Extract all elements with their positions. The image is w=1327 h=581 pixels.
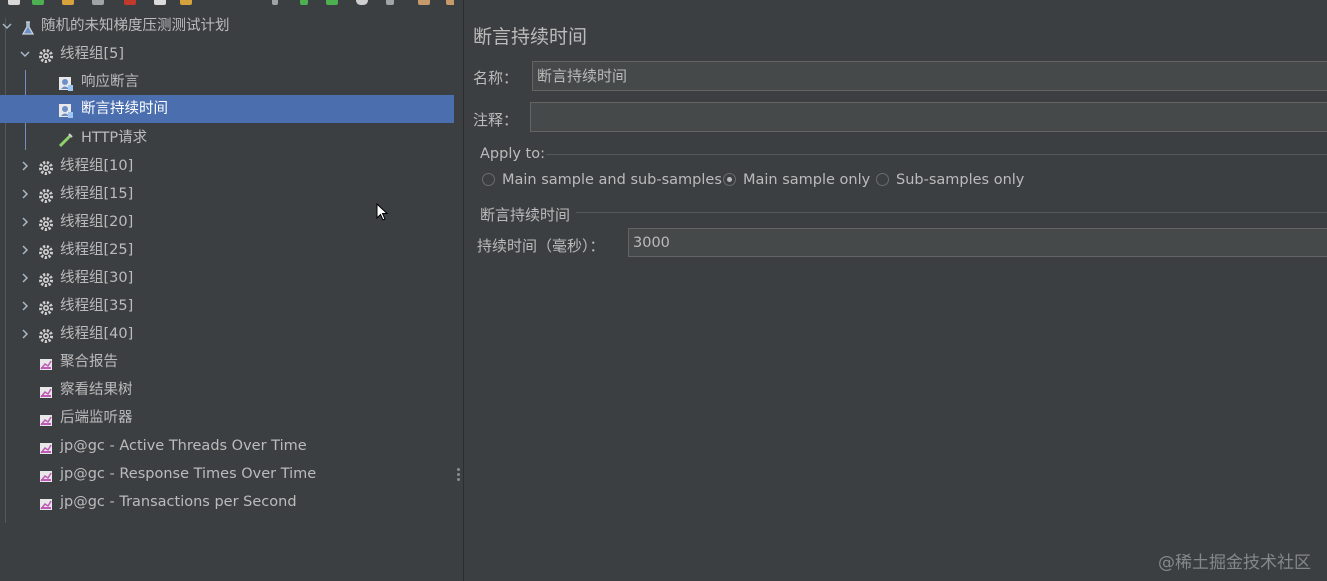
- chevron-down-icon[interactable]: [20, 49, 30, 59]
- tree-item-label: jp@gc - Active Threads Over Time: [60, 438, 307, 454]
- tree-item-label: 断言持续时间: [81, 101, 168, 117]
- tree-item-label: 线程组[15]: [60, 186, 134, 202]
- chart-icon: [38, 382, 54, 398]
- clear-icon[interactable]: [418, 0, 430, 5]
- radio-sub-only-label[interactable]: Sub-samples only: [896, 172, 1024, 188]
- new-icon[interactable]: [8, 0, 20, 5]
- copy-icon[interactable]: [154, 0, 166, 5]
- chart-icon: [38, 438, 54, 454]
- mouse-cursor-icon: [376, 203, 389, 221]
- start-no-pause-icon[interactable]: [326, 0, 338, 5]
- splitter-grip[interactable]: [457, 473, 460, 476]
- test-plan-tree: 随机的未知梯度压测测试计划 线程组[5] 响应断言 断言持续时间 HTTP请求: [0, 8, 454, 581]
- tree-item-label: 线程组[30]: [60, 270, 134, 286]
- tree-item-label: HTTP请求: [81, 130, 148, 146]
- templates-icon[interactable]: [32, 0, 44, 5]
- tree-item-backend-listener[interactable]: 后端监听器: [0, 404, 454, 432]
- tree-item-transactions-per-second[interactable]: jp@gc - Transactions per Second: [0, 488, 454, 516]
- gear-icon: [38, 214, 54, 231]
- chevron-right-icon[interactable]: [20, 273, 30, 283]
- chevron-right-icon[interactable]: [20, 217, 30, 227]
- chart-icon: [38, 494, 54, 510]
- tree-item-view-results-tree[interactable]: 察看结果树: [0, 376, 454, 404]
- panel-splitter[interactable]: [454, 0, 464, 581]
- tree-item-thread-group-10[interactable]: 线程组[10]: [0, 152, 454, 180]
- paste-icon[interactable]: [180, 0, 192, 5]
- chart-icon: [38, 466, 54, 482]
- chart-icon: [38, 354, 54, 370]
- tree-item-thread-group-35[interactable]: 线程组[35]: [0, 292, 454, 320]
- tree-item-thread-group-40[interactable]: 线程组[40]: [0, 320, 454, 348]
- tree-item-label: 线程组[5]: [60, 46, 125, 62]
- radio-main-and-sub-label[interactable]: Main sample and sub-samples: [502, 172, 722, 188]
- duration-assertion-panel: 断言持续时间 名称： 断言持续时间 注释： Apply to: Main sam…: [464, 0, 1327, 581]
- tree-item-duration-assertion-selected[interactable]: 断言持续时间: [0, 95, 454, 123]
- tree-root-test-plan[interactable]: 随机的未知梯度压测测试计划: [0, 12, 454, 40]
- assertion-icon: [58, 74, 74, 91]
- apply-to-divider: [546, 154, 1327, 155]
- gear-icon: [38, 186, 54, 203]
- stop-icon[interactable]: [356, 0, 368, 5]
- tree-item-http-request[interactable]: HTTP请求: [0, 124, 454, 152]
- radio-main-and-sub[interactable]: [482, 173, 495, 186]
- test-plan-icon: [20, 18, 36, 35]
- comment-field[interactable]: [530, 102, 1327, 132]
- save-icon[interactable]: [92, 0, 104, 5]
- tree-item-label: jp@gc - Transactions per Second: [60, 494, 297, 510]
- assertion-icon: [58, 101, 74, 118]
- radio-sub-only[interactable]: [876, 173, 889, 186]
- gear-icon: [38, 158, 54, 175]
- watermark: @稀土掘金技术社区: [1158, 553, 1311, 573]
- panel-title: 断言持续时间: [473, 26, 588, 48]
- tree-item-response-assertion[interactable]: 响应断言: [0, 68, 454, 96]
- tree-item-label: 响应断言: [81, 74, 139, 90]
- tree-item-label: 线程组[25]: [60, 242, 134, 258]
- tree-root-label: 随机的未知梯度压测测试计划: [41, 18, 230, 34]
- gear-icon: [38, 242, 54, 259]
- chart-icon: [38, 410, 54, 426]
- gear-icon: [38, 326, 54, 343]
- splitter-grip[interactable]: [457, 468, 460, 471]
- chevron-right-icon[interactable]: [20, 301, 30, 311]
- tree-item-label: 线程组[35]: [60, 298, 134, 314]
- tree-item-thread-group-5[interactable]: 线程组[5]: [0, 40, 454, 68]
- tree-item-label: 后端监听器: [60, 410, 133, 426]
- tree-item-aggregate-report[interactable]: 聚合报告: [0, 348, 454, 376]
- section-divider: [576, 212, 1327, 213]
- radio-main-only[interactable]: [723, 173, 736, 186]
- name-field[interactable]: 断言持续时间: [532, 61, 1327, 91]
- cut-icon[interactable]: [124, 0, 136, 5]
- tree-item-label: 线程组[10]: [60, 158, 134, 174]
- apply-to-label: Apply to:: [480, 146, 545, 162]
- duration-label: 持续时间（毫秒）：: [477, 237, 605, 255]
- splitter-grip[interactable]: [457, 478, 460, 481]
- section-label: 断言持续时间: [480, 206, 571, 224]
- radio-main-only-label[interactable]: Main sample only: [743, 172, 870, 188]
- tree-item-label: 线程组[20]: [60, 214, 134, 230]
- tree-item-thread-group-30[interactable]: 线程组[30]: [0, 264, 454, 292]
- chevron-right-icon[interactable]: [20, 245, 30, 255]
- chevron-right-icon[interactable]: [20, 189, 30, 199]
- pipette-icon: [58, 130, 74, 148]
- gear-icon: [38, 46, 54, 63]
- tree-item-label: 察看结果树: [60, 382, 133, 398]
- open-icon[interactable]: [62, 0, 74, 5]
- expand-icon[interactable]: [272, 0, 278, 5]
- chevron-down-icon[interactable]: [2, 21, 12, 31]
- gear-icon: [38, 298, 54, 315]
- tree-item-label: jp@gc - Response Times Over Time: [60, 466, 317, 482]
- chevron-right-icon[interactable]: [20, 329, 30, 339]
- tree-item-active-threads[interactable]: jp@gc - Active Threads Over Time: [0, 432, 454, 460]
- duration-field[interactable]: 3000: [628, 228, 1327, 257]
- comment-label: 注释：: [473, 111, 519, 129]
- tree-item-thread-group-25[interactable]: 线程组[25]: [0, 236, 454, 264]
- tree-item-label: 线程组[40]: [60, 326, 134, 342]
- chevron-right-icon[interactable]: [20, 161, 30, 171]
- tree-item-response-times[interactable]: jp@gc - Response Times Over Time: [0, 460, 454, 488]
- start-icon[interactable]: [300, 0, 308, 5]
- gear-icon: [38, 270, 54, 287]
- name-label: 名称：: [473, 69, 519, 87]
- shutdown-icon[interactable]: [386, 0, 394, 5]
- tree-item-label: 聚合报告: [60, 354, 118, 370]
